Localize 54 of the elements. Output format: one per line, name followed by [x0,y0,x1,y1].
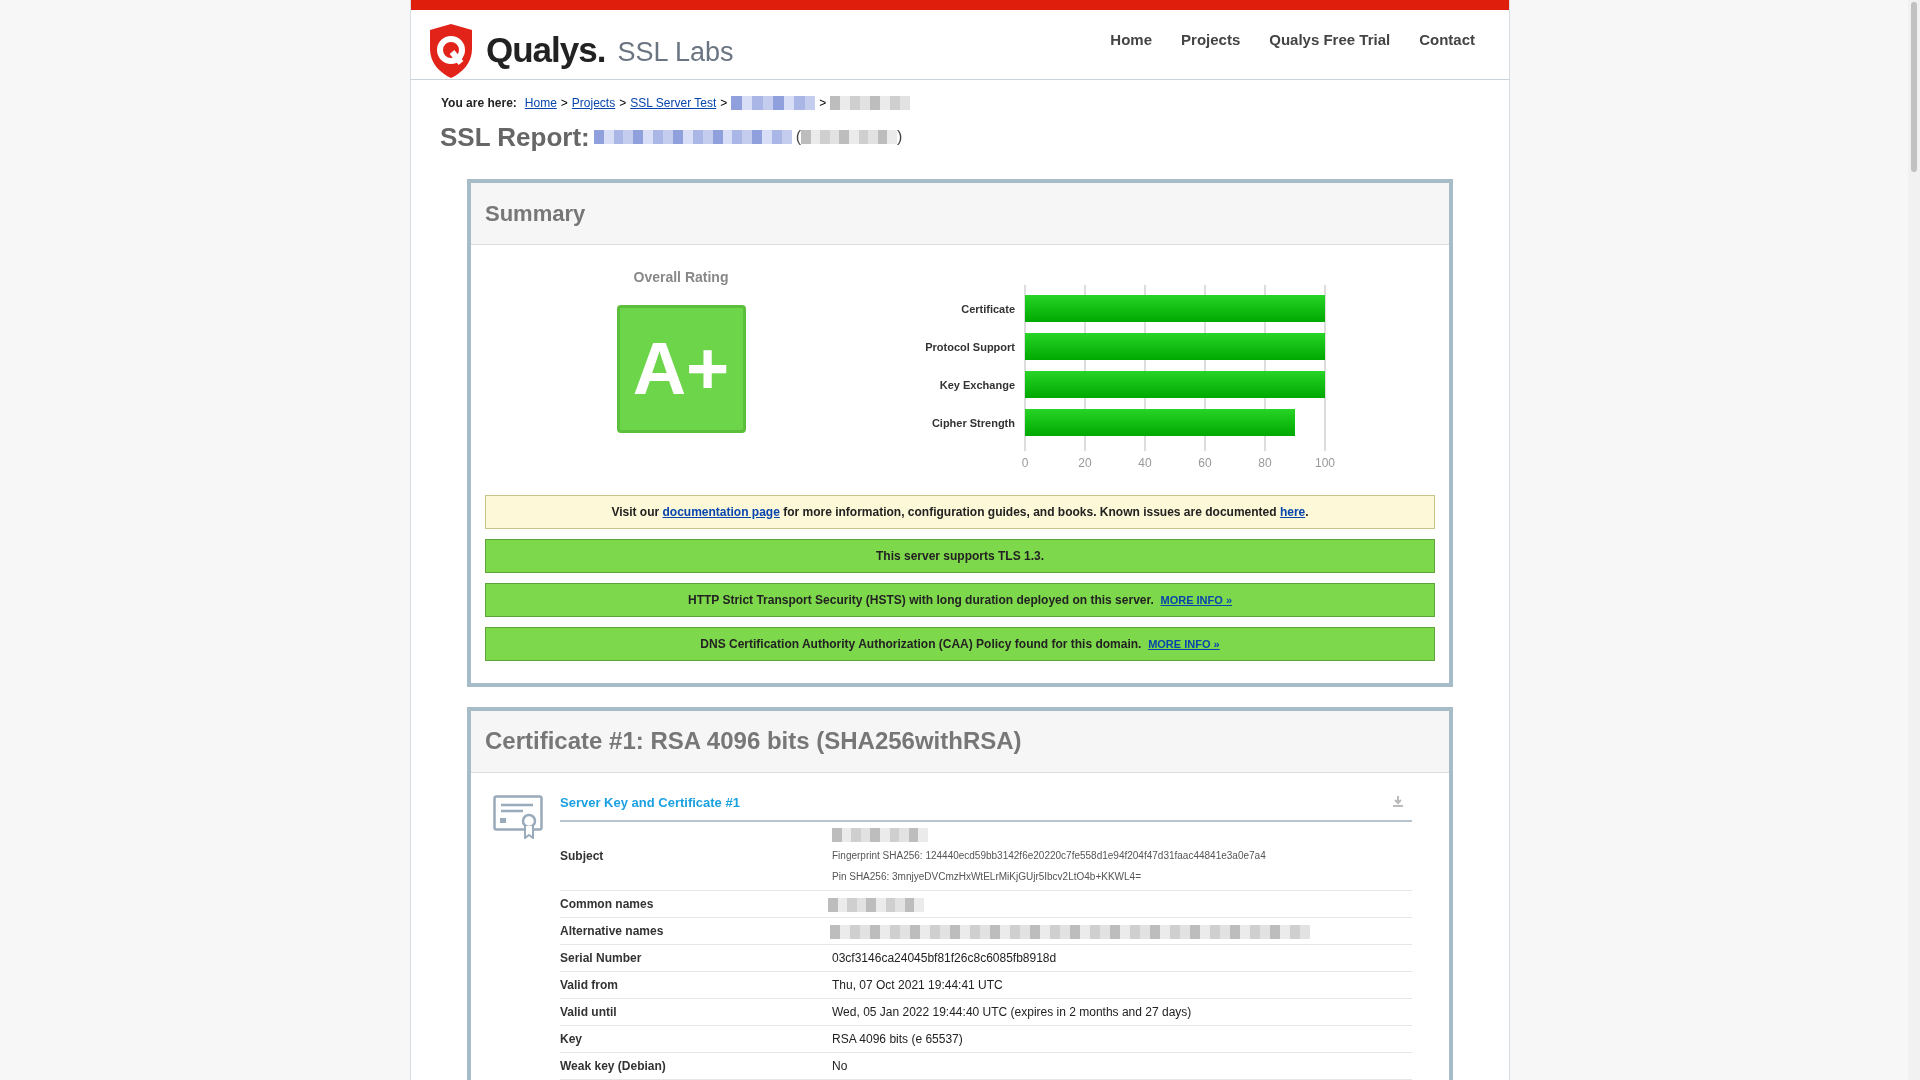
rating-label: Overall Rating [633,267,729,287]
row-value: No [831,1058,848,1075]
bracket: ( [795,127,802,147]
subject-detail: Fingerprint SHA256: 124440ecd59bb3142f6e20220c7fe558d1e94f204f47d31faac44841e3a0e7a4 [832,849,1266,863]
breadcrumb-separator: > [720,94,728,112]
product-name: SSL Labs [617,36,734,70]
row-value: 03cf3146ca24045bf81f26c8c6085fb8918d [831,950,1057,967]
nav-link[interactable]: Projects [1181,28,1241,51]
row-label: Alternative names [560,923,665,940]
category-label: Protocol Support [925,340,1015,352]
breadcrumb-separator: > [619,94,627,112]
row-value: Wed, 05 Jan 2022 19:44:40 UTC (expires in 2 months and 27 days) [831,1004,1192,1021]
notice-link[interactable]: MORE INFO » [1148,637,1220,650]
row-value: RSA 4096 bits (e 65537) [831,1031,963,1048]
breadcrumb-link[interactable]: Projects [571,93,616,112]
row-label: Valid from [560,977,619,994]
breadcrumb-separator: > [560,94,568,112]
notice-text: DNS Certification Authority Authorization (CAA) Policy found for this domain. MORE INFO » [700,635,1220,653]
report-title: SSL Report: [440,120,590,154]
bracket: ) [897,127,903,147]
category-label: Cipher Strength [931,416,1015,428]
axis-label: 100 [1315,455,1335,470]
row-label: Common names [560,896,655,913]
breadcrumb-link[interactable]: SSL Server Test [630,93,717,112]
axis-label: 60 [1198,455,1212,470]
row-label: Subject [560,848,605,865]
row-label: Key [560,1031,583,1048]
notice-text: This server supports TLS 1.3. [875,547,1045,565]
breadcrumb-separator: > [819,94,827,112]
row-label: Weak key (Debian) [560,1058,667,1075]
notice-link[interactable]: MORE INFO » [1160,593,1232,606]
notice-link[interactable]: documentation page [662,504,780,519]
breadcrumb-link[interactable]: Home [524,93,557,112]
notice-text: Visit our documentation page for more information, configuration guides, and books. Known issues are documented here. [611,503,1309,521]
subsection-title: Server Key and Certificate #1 [560,793,740,812]
category-label: Key Exchange [939,378,1015,390]
nav-link[interactable]: Contact [1419,28,1475,51]
grade-badge: A+ [616,304,746,433]
axis-label: 40 [1138,455,1152,470]
brand-name: Qualys. [486,29,606,72]
subject-detail: Pin SHA256: 3mnjyeDVCmzHxWtELrMiKjGUjr5Ibcv2LtO4b+KKWL4= [832,870,1142,884]
nav-link[interactable]: Qualys Free Trial [1269,28,1391,51]
notice-text: HTTP Strict Transport Security (HSTS) with long duration deployed on this server. MORE INFO » [688,591,1232,609]
section-title: Certificate #1: RSA 4096 bits (SHA256withRSA) [485,726,1022,756]
axis-label: 80 [1258,455,1272,470]
nav-link[interactable]: Home [1110,28,1153,51]
axis-label: 0 [1021,455,1029,470]
section-title: Summary [485,199,586,228]
breadcrumb-label: You are here: [441,94,517,112]
row-label: Serial Number [560,950,643,967]
row-label: Valid until [560,1004,618,1021]
category-label: Certificate [961,302,1015,314]
axis-label: 20 [1078,455,1092,470]
row-value: Thu, 07 Oct 2021 19:44:41 UTC [831,977,1003,994]
